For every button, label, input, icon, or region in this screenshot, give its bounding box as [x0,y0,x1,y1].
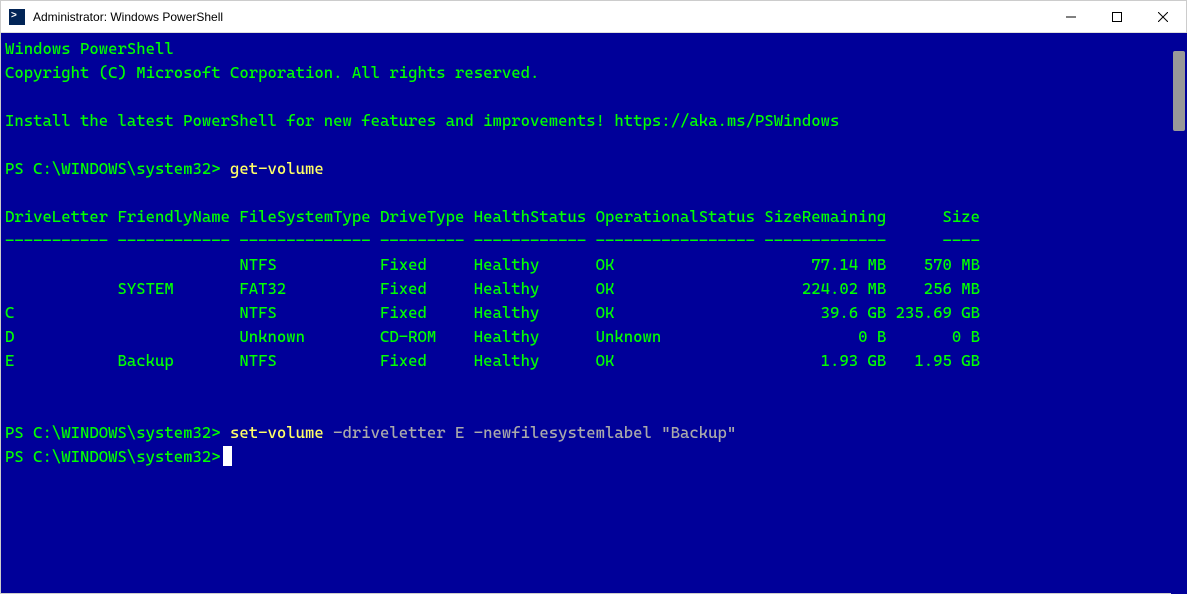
window-title: Administrator: Windows PowerShell [33,10,223,24]
table-header: DriveLetter FriendlyName FileSystemType … [5,205,1186,229]
close-button[interactable] [1140,1,1186,33]
table-row: E Backup NTFS Fixed Healthy OK 1.93 GB 1… [5,349,1186,373]
blank-line [5,85,1186,109]
blank-line [5,181,1186,205]
terminal-area[interactable]: Windows PowerShell Copyright (C) Microso… [1,33,1186,593]
minimize-button[interactable] [1048,1,1094,33]
titlebar[interactable]: Administrator: Windows PowerShell [1,1,1186,33]
window-controls [1048,1,1186,33]
ps-prompt: PS C:\WINDOWS\system32> [5,447,221,466]
banner-line: Copyright (C) Microsoft Corporation. All… [5,61,1186,85]
close-icon [1158,12,1168,22]
table-row: NTFS Fixed Healthy OK 77.14 MB 570 MB [5,253,1186,277]
maximize-button[interactable] [1094,1,1140,33]
command-line: PS C:\WINDOWS\system32> set-volume -driv… [5,421,1186,445]
ps-prompt: PS C:\WINDOWS\system32> [5,159,221,178]
table-separator: ----------- ------------ -------------- … [5,229,1186,253]
ps-prompt: PS C:\WINDOWS\system32> [5,423,221,442]
cmdlet: get-volume [230,159,324,178]
blank-line [5,373,1186,397]
table-row: SYSTEM FAT32 Fixed Healthy OK 224.02 MB … [5,277,1186,301]
blank-line [5,397,1186,421]
banner-line: Install the latest PowerShell for new fe… [5,109,1186,133]
command-line: PS C:\WINDOWS\system32> [5,445,1186,469]
table-row: D Unknown CD-ROM Healthy Unknown 0 B 0 B [5,325,1186,349]
command-line: PS C:\WINDOWS\system32> get-volume [5,157,1186,181]
powershell-window: Administrator: Windows PowerShell Window… [0,0,1187,594]
table-row: C NTFS Fixed Healthy OK 39.6 GB 235.69 G… [5,301,1186,325]
powershell-icon [9,9,25,25]
minimize-icon [1066,12,1076,22]
cursor [223,446,232,466]
scrollbar[interactable] [1171,33,1187,594]
maximize-icon [1112,12,1122,22]
scrollbar-thumb[interactable] [1173,51,1185,131]
blank-line [5,133,1186,157]
banner-line: Windows PowerShell [5,37,1186,61]
cmdlet: set-volume [230,423,324,442]
table-body: NTFS Fixed Healthy OK 77.14 MB 570 MB SY… [5,253,1186,373]
cmd-args: -driveletter E -newfilesystemlabel "Back… [324,423,737,442]
